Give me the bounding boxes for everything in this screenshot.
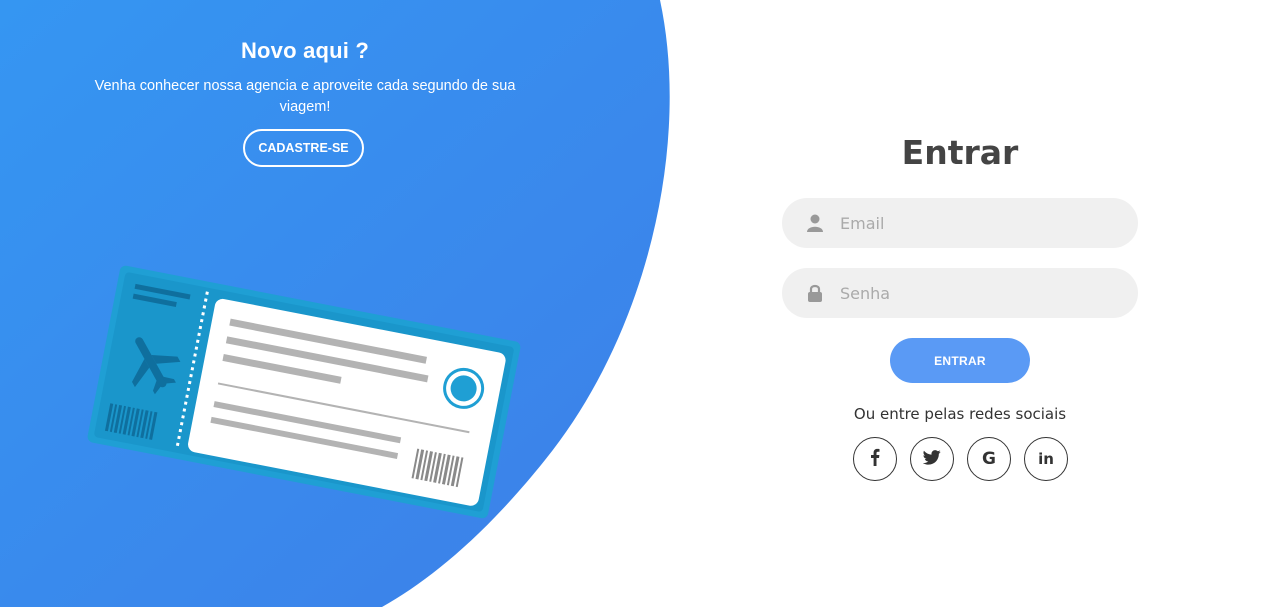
google-button[interactable]: G xyxy=(967,437,1011,481)
google-icon: G xyxy=(982,449,996,469)
facebook-icon xyxy=(870,448,880,470)
email-input[interactable] xyxy=(840,213,1100,233)
user-icon xyxy=(806,214,824,232)
facebook-button[interactable] xyxy=(853,437,897,481)
password-field[interactable] xyxy=(782,268,1138,318)
left-panel: Novo aqui ? Venha conhecer nossa agencia… xyxy=(0,0,610,200)
signup-button[interactable]: CADASTRE-SE xyxy=(243,129,364,167)
twitter-icon xyxy=(922,449,941,469)
lock-icon xyxy=(806,284,824,302)
password-input[interactable] xyxy=(840,283,1100,303)
login-title: Entrar xyxy=(901,133,1019,172)
linkedin-icon: in xyxy=(1038,450,1054,468)
social-login-text: Ou entre pelas redes sociais xyxy=(853,405,1067,423)
left-panel-description: Venha conhecer nossa agencia e aproveite… xyxy=(94,78,516,115)
left-panel-title: Novo aqui ? xyxy=(240,38,370,63)
twitter-button[interactable] xyxy=(910,437,954,481)
social-buttons: G in xyxy=(853,437,1068,481)
linkedin-button[interactable]: in xyxy=(1024,437,1068,481)
login-button[interactable]: ENTRAR xyxy=(890,338,1030,383)
email-field[interactable] xyxy=(782,198,1138,248)
